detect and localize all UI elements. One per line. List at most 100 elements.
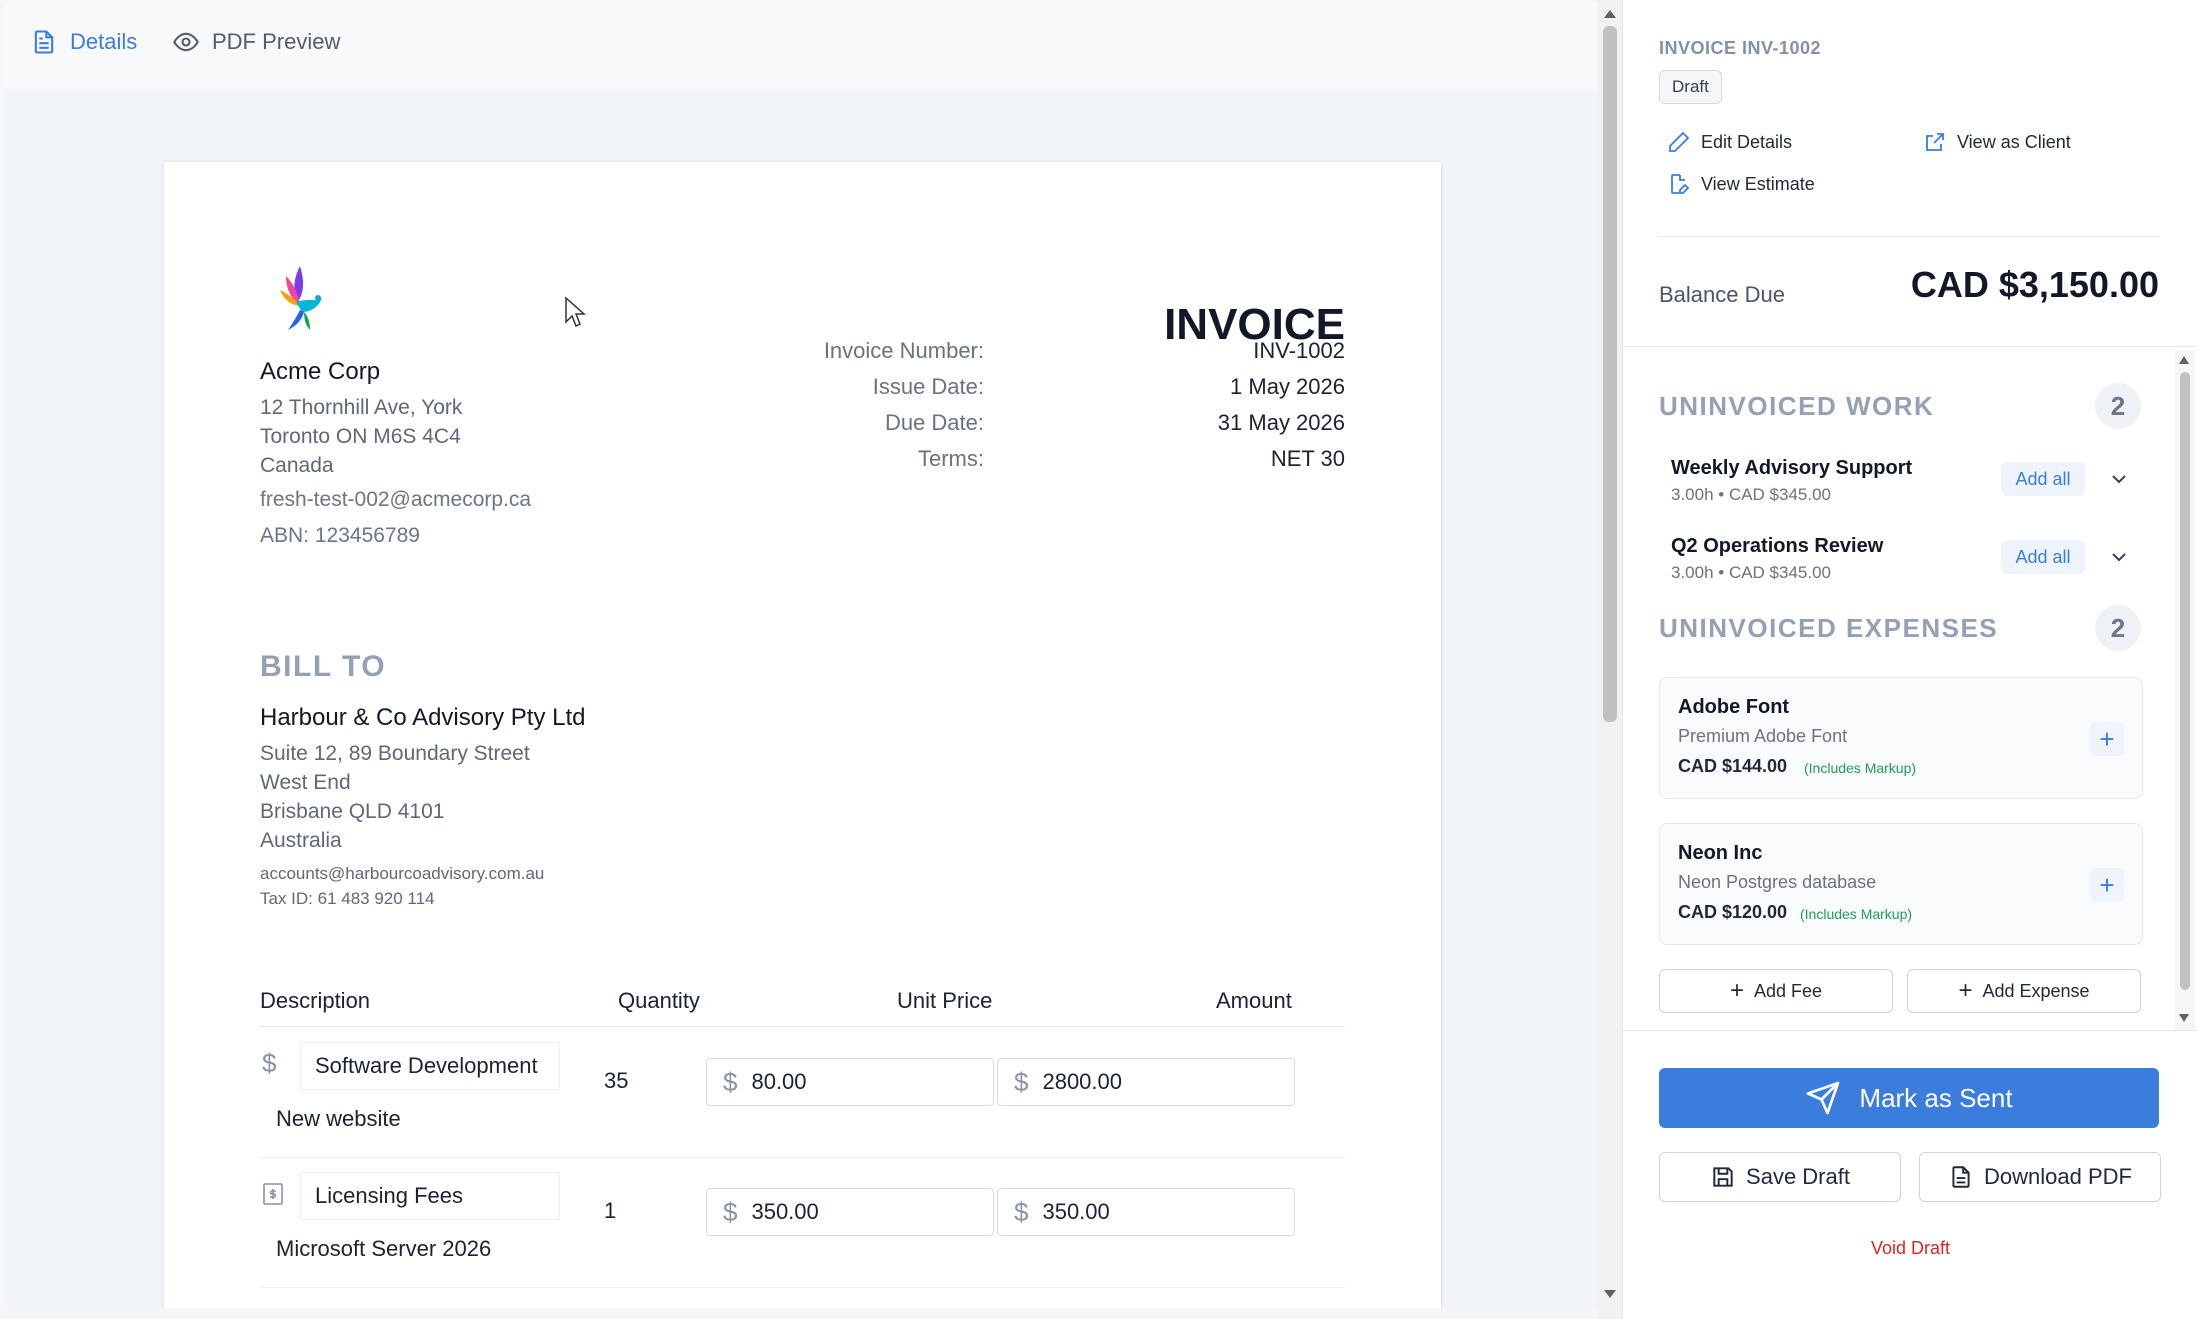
uninvoiced-expenses-count: 2 xyxy=(2095,605,2141,651)
add-fee-button[interactable]: + Add Fee xyxy=(1659,969,1893,1013)
invoice-number-label: Invoice Number: xyxy=(823,338,984,363)
chevron-down-icon[interactable] xyxy=(2107,545,2131,569)
scroll-down-arrow-icon[interactable] xyxy=(1604,1290,1616,1298)
pencil-icon xyxy=(1669,131,1690,152)
external-link-icon xyxy=(1926,133,1944,151)
add-all-button[interactable]: Add all xyxy=(2001,462,2085,496)
company-country: Canada xyxy=(260,454,334,477)
work-item-title: Weekly Advisory Support xyxy=(1671,457,1913,479)
panel-scrollbar-thumb[interactable] xyxy=(2180,372,2190,990)
uninvoiced-section: UNINVOICED WORK 2 Weekly Advisory Suppor… xyxy=(1623,347,2197,1030)
add-all-button[interactable]: Add all xyxy=(2001,540,2085,574)
dollar-icon: $ xyxy=(723,1196,738,1227)
quantity-input[interactable]: 1 xyxy=(604,1198,616,1224)
client-name: Harbour & Co Advisory Pty Ltd xyxy=(260,704,586,731)
panel-invoice-label: INVOICE INV-1002 xyxy=(1659,38,1822,58)
row-divider xyxy=(260,1287,1345,1288)
amount-value: 350.00 xyxy=(1042,1199,1110,1224)
client-address-1: Suite 12, 89 Boundary Street xyxy=(260,742,530,765)
view-estimate-button[interactable]: View Estimate xyxy=(1667,172,1815,196)
amount-value: 2800.00 xyxy=(1042,1069,1122,1094)
issue-date-value: 1 May 2026 xyxy=(1230,374,1345,399)
uninvoiced-work-heading: UNINVOICED WORK xyxy=(1659,391,1935,421)
chevron-down-icon[interactable] xyxy=(2107,467,2131,491)
panel-divider xyxy=(1659,236,2159,237)
expense-title: Neon Inc xyxy=(1678,842,1763,864)
company-email: fresh-test-002@acmecorp.ca xyxy=(260,488,532,511)
expense-description: Neon Postgres database xyxy=(1678,872,1877,892)
main-scrollbar[interactable] xyxy=(1598,0,1622,1319)
main-scrollbar-thumb[interactable] xyxy=(1603,26,1617,722)
due-date-value: 31 May 2026 xyxy=(1217,410,1345,435)
invoice-editor: INVOICE Invoice Number: INV-1002 Issue D… xyxy=(4,90,1598,1308)
row-divider xyxy=(260,1157,1345,1158)
dollar-icon: $ xyxy=(1014,1196,1029,1227)
expense-markup-note: (Includes Markup) xyxy=(1800,906,1913,922)
document-icon xyxy=(34,30,54,54)
view-tabs: Details PDF Preview xyxy=(4,2,1598,88)
view-as-client-button[interactable]: View as Client xyxy=(1923,130,2071,154)
line-title-input[interactable]: Software Development xyxy=(300,1042,560,1090)
invoice-number-value: INV-1002 xyxy=(1253,338,1345,363)
col-unit-price: Unit Price xyxy=(897,988,993,1013)
view-estimate-label: View Estimate xyxy=(1701,173,1815,194)
line-detail-input[interactable]: New website xyxy=(276,1106,401,1132)
terms-label: Terms: xyxy=(918,446,984,471)
expense-card: Adobe Font Premium Adobe Font CAD $144.0… xyxy=(1659,677,2143,799)
line-title-input[interactable]: Licensing Fees xyxy=(300,1172,560,1220)
panel-scrollbar[interactable] xyxy=(2175,350,2195,1030)
header-divider xyxy=(260,1026,1345,1027)
document-edit-icon xyxy=(1671,174,1690,194)
due-date-label: Due Date: xyxy=(884,410,984,435)
scroll-up-arrow-icon[interactable] xyxy=(1604,10,1616,18)
add-fee-label: Add Fee xyxy=(1753,980,1823,1001)
company-name: Acme Corp xyxy=(260,358,381,385)
save-icon xyxy=(1713,1167,1733,1187)
amount-input[interactable]: $2800.00 xyxy=(997,1058,1295,1106)
edit-details-label: Edit Details xyxy=(1701,131,1793,152)
dollar-icon: $ xyxy=(1014,1066,1029,1097)
expense-markup-note: (Includes Markup) xyxy=(1804,760,1917,776)
add-expense-button[interactable]: + Add Expense xyxy=(1907,969,2141,1013)
edit-details-button[interactable]: Edit Details xyxy=(1667,130,1792,154)
send-icon xyxy=(1807,1081,1840,1115)
unit-price-input[interactable]: $350.00 xyxy=(706,1188,994,1236)
quantity-input[interactable]: 35 xyxy=(604,1068,628,1094)
col-description: Description xyxy=(260,988,371,1013)
work-item-title: Q2 Operations Review xyxy=(1671,535,1884,557)
client-address-3: Brisbane QLD 4101 xyxy=(260,800,445,823)
amount-input[interactable]: $350.00 xyxy=(997,1188,1295,1236)
plus-icon: + xyxy=(2099,723,2115,754)
terms-value: NET 30 xyxy=(1270,446,1345,471)
add-expense-item-button[interactable]: + xyxy=(2090,722,2124,756)
tab-details-label: Details xyxy=(70,29,138,54)
expense-title: Adobe Font xyxy=(1678,696,1790,718)
col-amount: Amount xyxy=(1216,988,1292,1013)
balance-due-value: CAD $3,150.00 xyxy=(1910,264,2159,305)
save-draft-button[interactable]: Save Draft xyxy=(1659,1152,1901,1202)
status-text: Draft xyxy=(1672,77,1709,96)
unit-price-input[interactable]: $80.00 xyxy=(706,1058,994,1106)
line-detail-input[interactable]: Microsoft Server 2026 xyxy=(276,1236,491,1262)
download-pdf-label: Download PDF xyxy=(1984,1164,2132,1189)
eye-icon xyxy=(173,32,199,52)
status-badge: Draft xyxy=(1659,70,1722,104)
expense-amount: CAD $120.00 xyxy=(1678,902,1788,922)
expense-card: Neon Inc Neon Postgres database CAD $120… xyxy=(1659,823,2143,945)
add-expense-item-button[interactable]: + xyxy=(2090,868,2124,902)
client-address-2: West End xyxy=(260,771,351,794)
tab-details[interactable]: Details xyxy=(30,24,137,60)
plus-icon: + xyxy=(2099,869,2115,900)
bird-logo xyxy=(280,266,322,330)
expense-amount: CAD $144.00 xyxy=(1678,756,1788,776)
tab-pdf-preview[interactable]: PDF Preview xyxy=(172,24,340,60)
panel-divider xyxy=(1623,1030,2197,1031)
balance-due-label: Balance Due xyxy=(1659,282,1785,307)
col-quantity: Quantity xyxy=(618,988,700,1013)
mark-as-sent-button[interactable]: Mark as Sent xyxy=(1659,1068,2159,1128)
uninvoiced-expenses-heading: UNINVOICED EXPENSES xyxy=(1659,613,1999,643)
scroll-up-arrow-icon[interactable] xyxy=(2179,356,2189,364)
void-draft-button[interactable]: Void Draft xyxy=(1623,1238,2197,1259)
download-pdf-button[interactable]: Download PDF xyxy=(1919,1152,2161,1202)
scroll-down-arrow-icon[interactable] xyxy=(2179,1014,2189,1022)
